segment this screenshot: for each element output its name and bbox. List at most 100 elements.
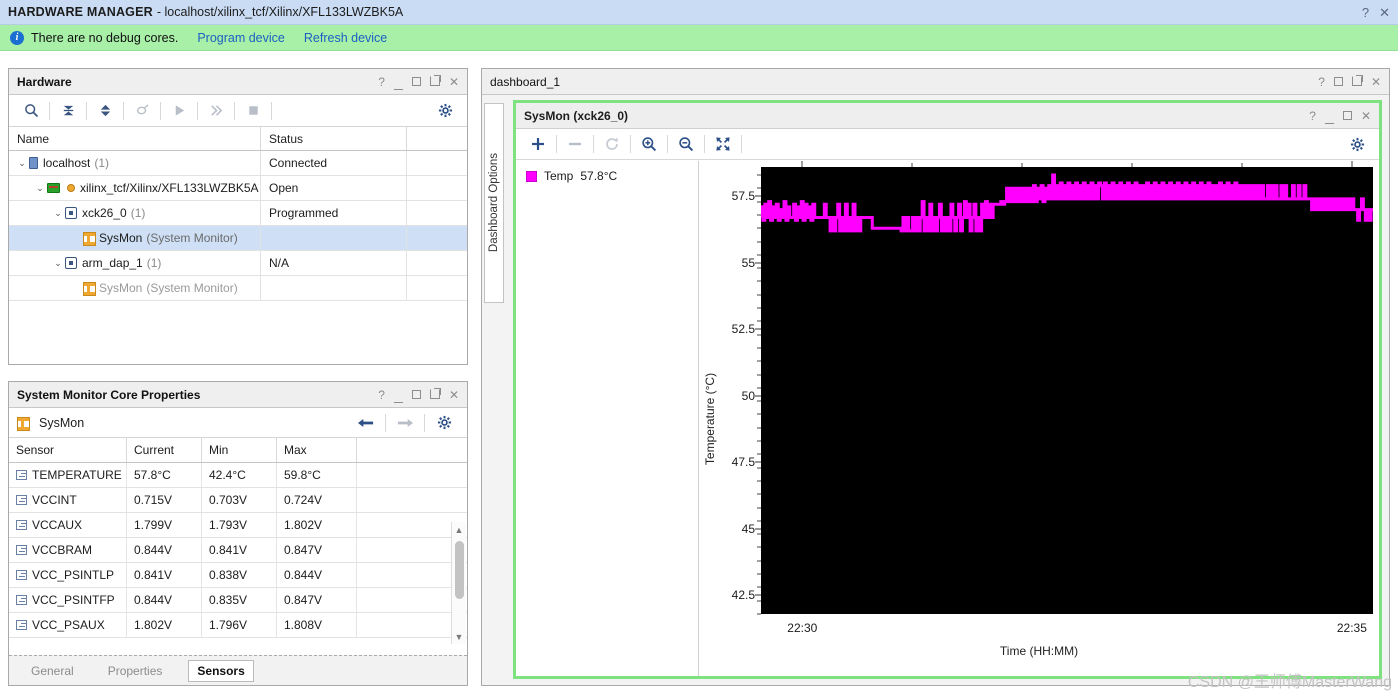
close-icon[interactable]: ✕ xyxy=(449,389,459,401)
tree-row-name-cell: ⌄localhost(1) xyxy=(9,151,261,175)
legend-item[interactable]: Temp 57.8°C xyxy=(526,169,688,183)
y-axis-minor-tick xyxy=(757,600,761,601)
program-device-link[interactable]: Program device xyxy=(197,31,285,45)
close-icon[interactable]: ✕ xyxy=(1379,6,1390,19)
tree-row-label: localhost xyxy=(43,156,90,170)
hardware-tree-row[interactable]: SysMon(System Monitor) xyxy=(9,226,467,251)
scrollbar-thumb[interactable] xyxy=(455,541,464,599)
sensor-table-scrollbar[interactable]: ▲ ▼ xyxy=(451,522,466,644)
zoom-fit-icon[interactable] xyxy=(709,131,737,157)
tree-row-subtext: (1) xyxy=(147,256,162,270)
sensor-table-row[interactable]: VCC_PSAUX1.802V1.796V1.808V xyxy=(9,613,467,638)
minimize-icon[interactable] xyxy=(394,76,403,88)
minimize-icon[interactable] xyxy=(394,389,403,401)
close-icon[interactable]: ✕ xyxy=(449,76,459,88)
chip-icon xyxy=(65,207,77,219)
add-icon[interactable] xyxy=(524,131,552,157)
column-header-spacer xyxy=(407,127,467,150)
sensor-table-row[interactable]: VCC_PSINTFP0.844V0.835V0.847V xyxy=(9,588,467,613)
tab-properties[interactable]: Properties xyxy=(100,661,171,681)
tree-row-status xyxy=(261,226,407,250)
hardware-panel-title: Hardware xyxy=(17,75,72,89)
hardware-tree-row[interactable]: ⌄xilinx_tcf/Xilinx/XFL133LWZBK5AOpen xyxy=(9,176,467,201)
float-icon[interactable] xyxy=(1352,76,1362,88)
dashboard-body: Dashboard Options SysMon (xck26_0) ? ✕ xyxy=(482,95,1389,685)
sensor-table-row[interactable]: VCCINT0.715V0.703V0.724V xyxy=(9,488,467,513)
sensor-table-row[interactable]: VCC_PSINTLP0.841V0.838V0.844V xyxy=(9,563,467,588)
tree-row-spacer xyxy=(407,201,467,225)
maximize-icon[interactable] xyxy=(1343,110,1352,122)
sensor-max-cell: 0.844V xyxy=(277,563,357,587)
chevron-down-icon[interactable]: ⌄ xyxy=(33,183,47,194)
maximize-icon[interactable] xyxy=(412,76,421,88)
y-axis-minor-tick xyxy=(757,361,761,362)
step-icon[interactable] xyxy=(202,98,230,124)
y-axis-minor-tick xyxy=(757,414,761,415)
tree-row-spacer xyxy=(407,176,467,200)
sysmon-panel-title: System Monitor Core Properties xyxy=(17,388,200,402)
tree-row-spacer xyxy=(407,226,467,250)
close-icon[interactable]: ✕ xyxy=(1371,76,1381,88)
sensor-min-cell: 0.703V xyxy=(202,488,277,512)
host-icon xyxy=(29,157,38,169)
sensor-table-row[interactable]: VCCBRAM0.844V0.841V0.847V xyxy=(9,538,467,563)
scroll-down-icon[interactable]: ▼ xyxy=(452,629,466,644)
sysmon-core-header: SysMon xyxy=(9,408,467,438)
help-icon[interactable]: ? xyxy=(378,389,385,401)
refresh-device-link[interactable]: Refresh device xyxy=(304,31,387,45)
sensor-current-cell: 0.844V xyxy=(127,538,202,562)
sensor-table-row[interactable]: VCCAUX1.799V1.793V1.802V xyxy=(9,513,467,538)
minimize-icon[interactable] xyxy=(1325,110,1334,122)
sysmon-properties-panel: System Monitor Core Properties ? ✕ SysMo… xyxy=(8,381,468,686)
close-icon[interactable]: ✕ xyxy=(1361,110,1371,122)
expand-all-icon[interactable] xyxy=(91,98,119,124)
chevron-down-icon[interactable]: ⌄ xyxy=(15,158,29,169)
chart-legend-pane: Temp 57.8°C xyxy=(516,161,699,676)
chip-icon xyxy=(65,257,77,269)
sensor-label: TEMPERATURE xyxy=(32,468,122,482)
hardware-tree-row[interactable]: ⌄xck26_0(1)Programmed xyxy=(9,201,467,226)
sysmon-icon xyxy=(17,417,28,429)
sensor-label: VCC_PSINTFP xyxy=(32,593,115,607)
chart-window-title: SysMon (xck26_0) xyxy=(524,109,628,123)
y-axis-minor-tick xyxy=(757,547,761,548)
help-icon[interactable]: ? xyxy=(1362,6,1369,19)
sensor-waveform-icon xyxy=(16,620,27,630)
help-icon[interactable]: ? xyxy=(378,76,385,88)
hardware-tree-row[interactable]: SysMon(System Monitor) xyxy=(9,276,467,301)
float-icon[interactable] xyxy=(430,389,440,401)
help-icon[interactable]: ? xyxy=(1309,110,1316,122)
sensor-table-row[interactable]: TEMPERATURE57.8°C42.4°C59.8°C xyxy=(9,463,467,488)
scroll-up-icon[interactable]: ▲ xyxy=(452,522,466,537)
refresh-icon[interactable] xyxy=(598,131,626,157)
toolbar-divider xyxy=(630,135,631,153)
maximize-icon[interactable] xyxy=(1334,76,1343,88)
zoom-out-icon[interactable] xyxy=(672,131,700,157)
dashboard-options-tab[interactable]: Dashboard Options xyxy=(484,103,504,303)
remove-icon[interactable] xyxy=(561,131,589,157)
sensor-name-cell: TEMPERATURE xyxy=(9,463,127,487)
tab-sensors[interactable]: Sensors xyxy=(188,660,253,682)
tab-general[interactable]: General xyxy=(23,661,82,681)
settings-gear-icon[interactable] xyxy=(1343,131,1371,157)
y-axis-minor-tick xyxy=(757,534,761,535)
stop-icon[interactable] xyxy=(239,98,267,124)
y-axis-minor-tick xyxy=(757,614,761,615)
auto-connect-icon[interactable] xyxy=(128,98,156,124)
hardware-tree-row[interactable]: ⌄localhost(1)Connected xyxy=(9,151,467,176)
search-icon[interactable] xyxy=(17,98,45,124)
float-icon[interactable] xyxy=(430,76,440,88)
chart-plot-area[interactable]: 42.54547.55052.55557.522:3022:35 xyxy=(761,167,1373,614)
arrow-left-icon[interactable] xyxy=(351,411,381,435)
settings-gear-icon[interactable] xyxy=(429,411,459,435)
settings-gear-icon[interactable] xyxy=(431,98,459,124)
hardware-tree-row[interactable]: ⌄arm_dap_1(1)N/A xyxy=(9,251,467,276)
zoom-in-icon[interactable] xyxy=(635,131,663,157)
help-icon[interactable]: ? xyxy=(1318,76,1325,88)
collapse-all-icon[interactable] xyxy=(54,98,82,124)
run-icon[interactable] xyxy=(165,98,193,124)
maximize-icon[interactable] xyxy=(412,389,421,401)
chevron-down-icon[interactable]: ⌄ xyxy=(51,208,65,219)
arrow-right-icon[interactable] xyxy=(390,411,420,435)
chevron-down-icon[interactable]: ⌄ xyxy=(51,258,65,269)
